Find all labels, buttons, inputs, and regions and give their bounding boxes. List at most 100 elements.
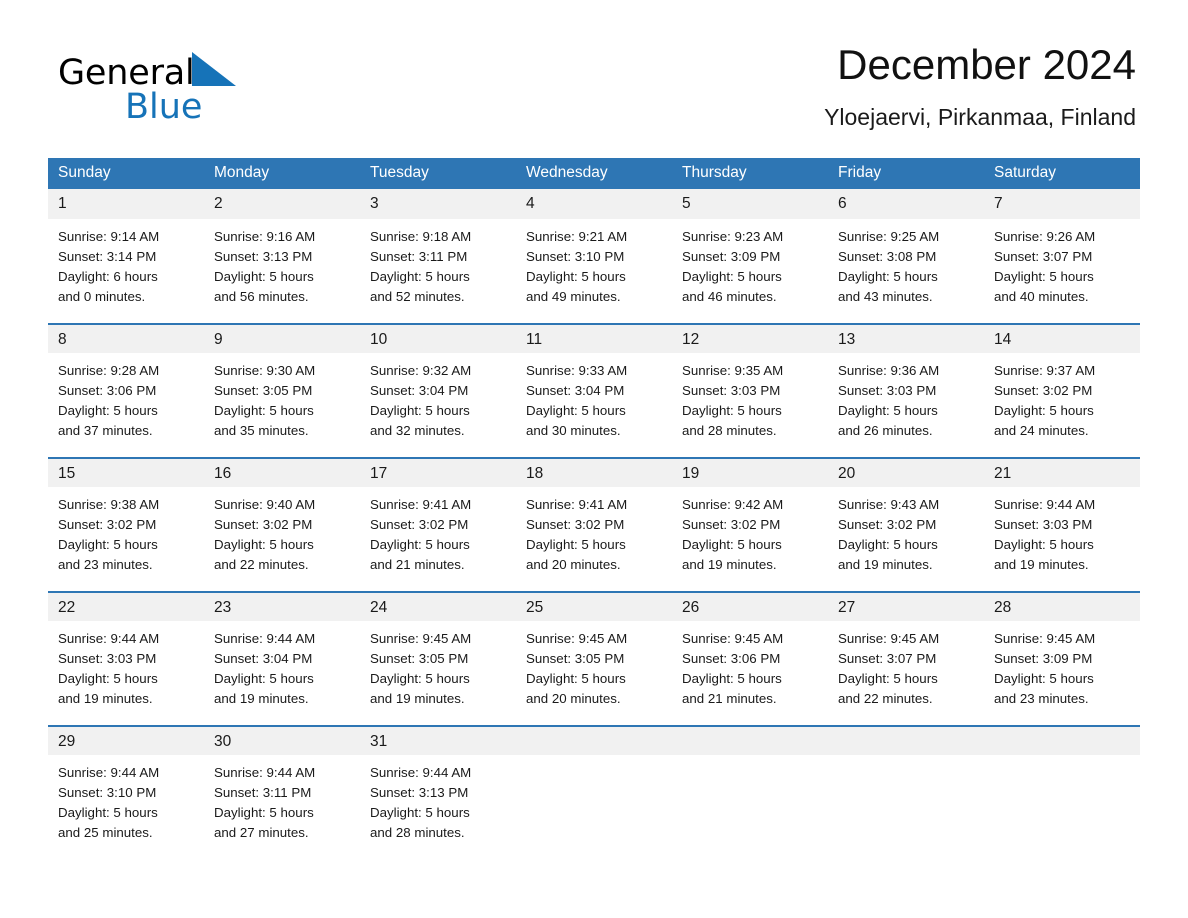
day-info-daylight2: and 32 minutes.: [370, 423, 465, 438]
day-number: 12: [672, 323, 828, 353]
day-info-daylight2: and 35 minutes.: [214, 423, 309, 438]
day-info-daylight2: and 25 minutes.: [58, 825, 153, 840]
calendar-day-cell[interactable]: 25 Sunrise: 9:45 AM Sunset: 3:05 PM Dayligh…: [516, 591, 672, 725]
day-info-sunrise: Sunrise: 9:21 AM: [526, 229, 628, 244]
calendar-day-cell[interactable]: 27 Sunrise: 9:45 AM Sunset: 3:07 PM Dayligh…: [828, 591, 984, 725]
calendar-day-cell[interactable]: 3 Sunrise: 9:18 AM Sunset: 3:11 PM Daylight…: [360, 189, 516, 323]
calendar-day-cell[interactable]: 8 Sunrise: 9:28 AM Sunset: 3:06 PM Daylight…: [48, 323, 204, 457]
day-info-sunset: Sunset: 3:07 PM: [994, 249, 1093, 264]
day-info: Sunrise: 9:45 AM Sunset: 3:07 PM Daylight:…: [828, 621, 984, 725]
day-info-daylight2: and 19 minutes.: [682, 557, 777, 572]
day-info-daylight1: Daylight: 5 hours: [994, 269, 1094, 284]
day-number: 8: [48, 323, 204, 353]
day-info: Sunrise: 9:43 AM Sunset: 3:02 PM Daylight:…: [828, 487, 984, 591]
day-info-daylight1: Daylight: 5 hours: [838, 269, 938, 284]
day-number: 14: [984, 323, 1140, 353]
day-info-sunrise: Sunrise: 9:44 AM: [214, 631, 316, 646]
calendar-day-cell[interactable]: 6 Sunrise: 9:25 AM Sunset: 3:08 PM Daylight…: [828, 189, 984, 323]
day-info-daylight1: Daylight: 5 hours: [370, 805, 470, 820]
day-info-daylight2: and 37 minutes.: [58, 423, 153, 438]
calendar-day-cell[interactable]: 10 Sunrise: 9:32 AM Sunset: 3:04 PM Dayligh…: [360, 323, 516, 457]
calendar-day-cell[interactable]: 16 Sunrise: 9:40 AM Sunset: 3:02 PM Dayligh…: [204, 457, 360, 591]
day-info: Sunrise: 9:32 AM Sunset: 3:04 PM Daylight:…: [360, 353, 516, 457]
calendar-day-cell[interactable]: 12 Sunrise: 9:35 AM Sunset: 3:03 PM Dayligh…: [672, 323, 828, 457]
day-info-daylight2: and 27 minutes.: [214, 825, 309, 840]
calendar-day-cell[interactable]: 19 Sunrise: 9:42 AM Sunset: 3:02 PM Dayligh…: [672, 457, 828, 591]
day-info: Sunrise: 9:35 AM Sunset: 3:03 PM Daylight:…: [672, 353, 828, 457]
calendar-day-cell[interactable]: 17 Sunrise: 9:41 AM Sunset: 3:02 PM Dayligh…: [360, 457, 516, 591]
calendar-day-cell[interactable]: 4 Sunrise: 9:21 AM Sunset: 3:10 PM Daylight…: [516, 189, 672, 323]
calendar-day-cell[interactable]: 13 Sunrise: 9:36 AM Sunset: 3:03 PM Dayligh…: [828, 323, 984, 457]
day-number: 16: [204, 457, 360, 487]
calendar-week-row: 15 Sunrise: 9:38 AM Sunset: 3:02 PM Dayligh…: [48, 457, 1140, 591]
weekday-header-wednesday: Wednesday: [516, 158, 672, 189]
calendar-day-cell[interactable]: 1 Sunrise: 9:14 AM Sunset: 3:14 PM Daylight…: [48, 189, 204, 323]
day-info-daylight2: and 28 minutes.: [682, 423, 777, 438]
day-info-sunrise: Sunrise: 9:25 AM: [838, 229, 940, 244]
day-number: 6: [828, 189, 984, 219]
day-info-daylight2: and 0 minutes.: [58, 289, 146, 304]
calendar-day-cell[interactable]: 30 Sunrise: 9:44 AM Sunset: 3:11 PM Dayligh…: [204, 725, 360, 859]
day-info: Sunrise: 9:40 AM Sunset: 3:02 PM Daylight:…: [204, 487, 360, 591]
day-info-sunrise: Sunrise: 9:30 AM: [214, 363, 316, 378]
calendar-day-cell[interactable]: 24 Sunrise: 9:45 AM Sunset: 3:05 PM Dayligh…: [360, 591, 516, 725]
day-info-sunset: Sunset: 3:14 PM: [58, 249, 157, 264]
day-info-sunset: Sunset: 3:05 PM: [526, 651, 625, 666]
day-info-sunset: Sunset: 3:13 PM: [370, 785, 469, 800]
page-header: General Blue December 2024 Yloejaervi, P…: [0, 40, 1188, 150]
day-info: Sunrise: 9:45 AM Sunset: 3:06 PM Daylight:…: [672, 621, 828, 725]
day-info-sunrise: Sunrise: 9:35 AM: [682, 363, 784, 378]
day-info-sunset: Sunset: 3:03 PM: [994, 517, 1093, 532]
day-info-daylight1: Daylight: 5 hours: [58, 537, 158, 552]
calendar-day-cell[interactable]: 26 Sunrise: 9:45 AM Sunset: 3:06 PM Dayligh…: [672, 591, 828, 725]
day-info-daylight1: Daylight: 5 hours: [214, 403, 314, 418]
day-info-daylight1: Daylight: 5 hours: [994, 403, 1094, 418]
day-info-daylight1: Daylight: 5 hours: [370, 269, 470, 284]
day-number: 21: [984, 457, 1140, 487]
calendar-body: 1 Sunrise: 9:14 AM Sunset: 3:14 PM Daylight…: [48, 189, 1140, 859]
day-info: Sunrise: 9:30 AM Sunset: 3:05 PM Daylight:…: [204, 353, 360, 457]
calendar-day-cell[interactable]: 29 Sunrise: 9:44 AM Sunset: 3:10 PM Dayligh…: [48, 725, 204, 859]
day-info-sunset: Sunset: 3:02 PM: [58, 517, 157, 532]
calendar-week-row: 22 Sunrise: 9:44 AM Sunset: 3:03 PM Dayligh…: [48, 591, 1140, 725]
day-number: 20: [828, 457, 984, 487]
day-info-sunset: Sunset: 3:07 PM: [838, 651, 937, 666]
logo-word-blue: Blue: [125, 87, 203, 127]
day-info: Sunrise: 9:44 AM Sunset: 3:03 PM Daylight:…: [48, 621, 204, 725]
day-info-daylight2: and 56 minutes.: [214, 289, 309, 304]
calendar-day-cell[interactable]: 9 Sunrise: 9:30 AM Sunset: 3:05 PM Daylight…: [204, 323, 360, 457]
day-info: Sunrise: 9:37 AM Sunset: 3:02 PM Daylight:…: [984, 353, 1140, 457]
calendar-day-cell[interactable]: 23 Sunrise: 9:44 AM Sunset: 3:04 PM Dayligh…: [204, 591, 360, 725]
calendar-day-cell[interactable]: 22 Sunrise: 9:44 AM Sunset: 3:03 PM Dayligh…: [48, 591, 204, 725]
day-info: [516, 755, 672, 859]
calendar-day-cell[interactable]: 28 Sunrise: 9:45 AM Sunset: 3:09 PM Dayligh…: [984, 591, 1140, 725]
day-info: Sunrise: 9:28 AM Sunset: 3:06 PM Daylight:…: [48, 353, 204, 457]
day-info-daylight2: and 49 minutes.: [526, 289, 621, 304]
calendar-day-cell[interactable]: 7 Sunrise: 9:26 AM Sunset: 3:07 PM Daylight…: [984, 189, 1140, 323]
calendar-day-cell[interactable]: 14 Sunrise: 9:37 AM Sunset: 3:02 PM Dayligh…: [984, 323, 1140, 457]
day-info-sunrise: Sunrise: 9:36 AM: [838, 363, 940, 378]
calendar-day-cell[interactable]: 21 Sunrise: 9:44 AM Sunset: 3:03 PM Dayligh…: [984, 457, 1140, 591]
day-number: 9: [204, 323, 360, 353]
calendar-grid: Sunday Monday Tuesday Wednesday Thursday…: [48, 158, 1140, 859]
page-subtitle: Yloejaervi, Pirkanmaa, Finland: [824, 104, 1136, 130]
general-blue-logo: General Blue: [58, 40, 258, 130]
day-number: 30: [204, 725, 360, 755]
calendar-day-cell[interactable]: 18 Sunrise: 9:41 AM Sunset: 3:02 PM Dayligh…: [516, 457, 672, 591]
calendar-day-cell[interactable]: 20 Sunrise: 9:43 AM Sunset: 3:02 PM Dayligh…: [828, 457, 984, 591]
day-info-sunrise: Sunrise: 9:41 AM: [370, 497, 472, 512]
weekday-header-thursday: Thursday: [672, 158, 828, 189]
day-info-daylight1: Daylight: 5 hours: [214, 537, 314, 552]
day-info: [672, 755, 828, 859]
day-info-daylight1: Daylight: 5 hours: [994, 671, 1094, 686]
calendar-day-cell[interactable]: 31 Sunrise: 9:44 AM Sunset: 3:13 PM Dayligh…: [360, 725, 516, 859]
calendar-day-cell[interactable]: 5 Sunrise: 9:23 AM Sunset: 3:09 PM Daylight…: [672, 189, 828, 323]
day-number: 2: [204, 189, 360, 219]
calendar-day-cell[interactable]: 2 Sunrise: 9:16 AM Sunset: 3:13 PM Daylight…: [204, 189, 360, 323]
calendar-day-cell[interactable]: 15 Sunrise: 9:38 AM Sunset: 3:02 PM Dayligh…: [48, 457, 204, 591]
calendar-day-cell[interactable]: 11 Sunrise: 9:33 AM Sunset: 3:04 PM Dayligh…: [516, 323, 672, 457]
logo-word-general: General: [58, 53, 195, 93]
day-info-sunset: Sunset: 3:10 PM: [526, 249, 625, 264]
day-info-daylight1: Daylight: 6 hours: [58, 269, 158, 284]
calendar-day-cell-empty: [672, 725, 828, 859]
